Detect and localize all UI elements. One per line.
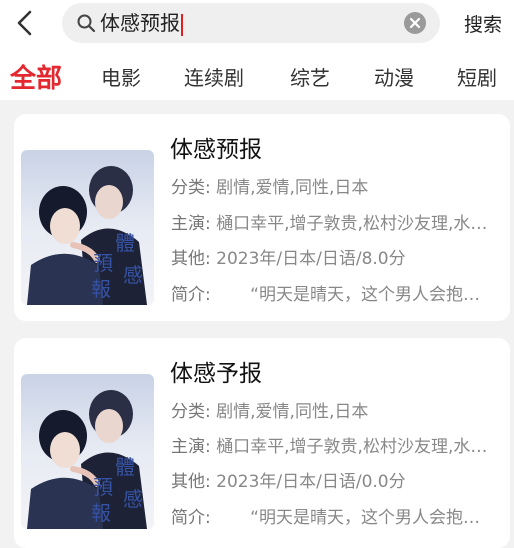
poster-title-char: 報 bbox=[91, 277, 111, 301]
result-other-row: 其他: 2023年/日本/日语/8.0分 bbox=[171, 244, 406, 269]
search-input[interactable]: 体感预报 bbox=[62, 3, 440, 43]
tab-short-drama[interactable]: 短剧 bbox=[457, 62, 497, 91]
back-button[interactable] bbox=[10, 8, 44, 38]
result-card[interactable]: 體 感 預 報 体感预报 分类: 剧情,爱情,同性,日本 主演: 樋口幸平,增子… bbox=[14, 114, 510, 321]
category-label: 分类: bbox=[171, 178, 211, 198]
cast-value: 樋口幸平,增子敦贵,松村沙友理,水… bbox=[216, 214, 488, 234]
intro-value: “明天是晴天，这个男人会抱… bbox=[250, 285, 480, 305]
search-button[interactable]: 搜索 bbox=[464, 10, 502, 37]
result-cast-row: 主演: 樋口幸平,增子敦贵,松村沙友理,水… bbox=[171, 432, 496, 457]
poster-title-char: 體 bbox=[115, 231, 135, 255]
cast-label: 主演: bbox=[171, 214, 211, 234]
search-query[interactable]: 体感预报 bbox=[100, 11, 183, 36]
search-query-text: 体感预报 bbox=[100, 11, 180, 35]
tab-anime[interactable]: 动漫 bbox=[374, 62, 414, 91]
poster-title-char: 預 bbox=[93, 475, 113, 499]
other-label: 其他: bbox=[171, 249, 211, 269]
poster-image[interactable]: 體 感 預 報 bbox=[21, 150, 154, 305]
result-category-row: 分类: 剧情,爱情,同性,日本 bbox=[171, 173, 368, 198]
poster-image[interactable]: 體 感 預 報 bbox=[21, 374, 154, 529]
cast-label: 主演: bbox=[171, 437, 211, 457]
other-value: 2023年/日本/日语/8.0分 bbox=[216, 249, 406, 269]
intro-label: 简介: bbox=[171, 285, 211, 305]
result-other-row: 其他: 2023年/日本/日语/0.0分 bbox=[171, 467, 406, 492]
result-title[interactable]: 体感预报 bbox=[170, 130, 262, 164]
chevron-left-icon bbox=[17, 10, 32, 36]
poster-title-char: 報 bbox=[91, 501, 111, 525]
text-caret bbox=[181, 13, 183, 36]
category-value: 剧情,爱情,同性,日本 bbox=[216, 178, 369, 198]
tab-all[interactable]: 全部 bbox=[10, 58, 62, 95]
result-category-row: 分类: 剧情,爱情,同性,日本 bbox=[171, 397, 368, 422]
tab-movie[interactable]: 电影 bbox=[101, 62, 141, 91]
category-label: 分类: bbox=[171, 402, 211, 422]
poster-artwork: 體 感 預 報 bbox=[21, 374, 154, 529]
poster-title-char: 感 bbox=[123, 263, 143, 287]
tab-series[interactable]: 连续剧 bbox=[184, 62, 244, 91]
other-label: 其他: bbox=[171, 472, 211, 492]
clear-search-button[interactable] bbox=[404, 12, 426, 34]
poster-title-char: 感 bbox=[123, 487, 143, 511]
cast-value: 樋口幸平,增子敦贵,松村沙友理,水… bbox=[216, 437, 488, 457]
tab-variety[interactable]: 综艺 bbox=[290, 62, 330, 91]
top-bar: 体感预报 搜索 bbox=[0, 0, 514, 48]
poster-artwork: 體 感 預 報 bbox=[21, 150, 154, 305]
category-tabs: 全部 电影 连续剧 综艺 动漫 短剧 bbox=[0, 48, 514, 100]
poster-title-char: 體 bbox=[115, 455, 135, 479]
result-intro-row: 简介: “明天是晴天，这个男人会抱… bbox=[171, 503, 480, 528]
result-cast-row: 主演: 樋口幸平,增子敦贵,松村沙友理,水… bbox=[171, 209, 496, 234]
result-title[interactable]: 体感予报 bbox=[170, 354, 262, 388]
result-intro-row: 简介: “明天是晴天，这个男人会抱… bbox=[171, 280, 480, 305]
search-icon bbox=[77, 14, 96, 33]
result-card[interactable]: 體 感 預 報 体感予报 分类: 剧情,爱情,同性,日本 主演: 樋口幸平,增子… bbox=[14, 338, 510, 548]
poster-title-char: 預 bbox=[93, 251, 113, 275]
other-value: 2023年/日本/日语/0.0分 bbox=[216, 472, 406, 492]
category-value: 剧情,爱情,同性,日本 bbox=[216, 402, 369, 422]
close-icon bbox=[409, 17, 421, 29]
intro-label: 简介: bbox=[171, 508, 211, 528]
intro-value: “明天是晴天，这个男人会抱… bbox=[250, 508, 480, 528]
